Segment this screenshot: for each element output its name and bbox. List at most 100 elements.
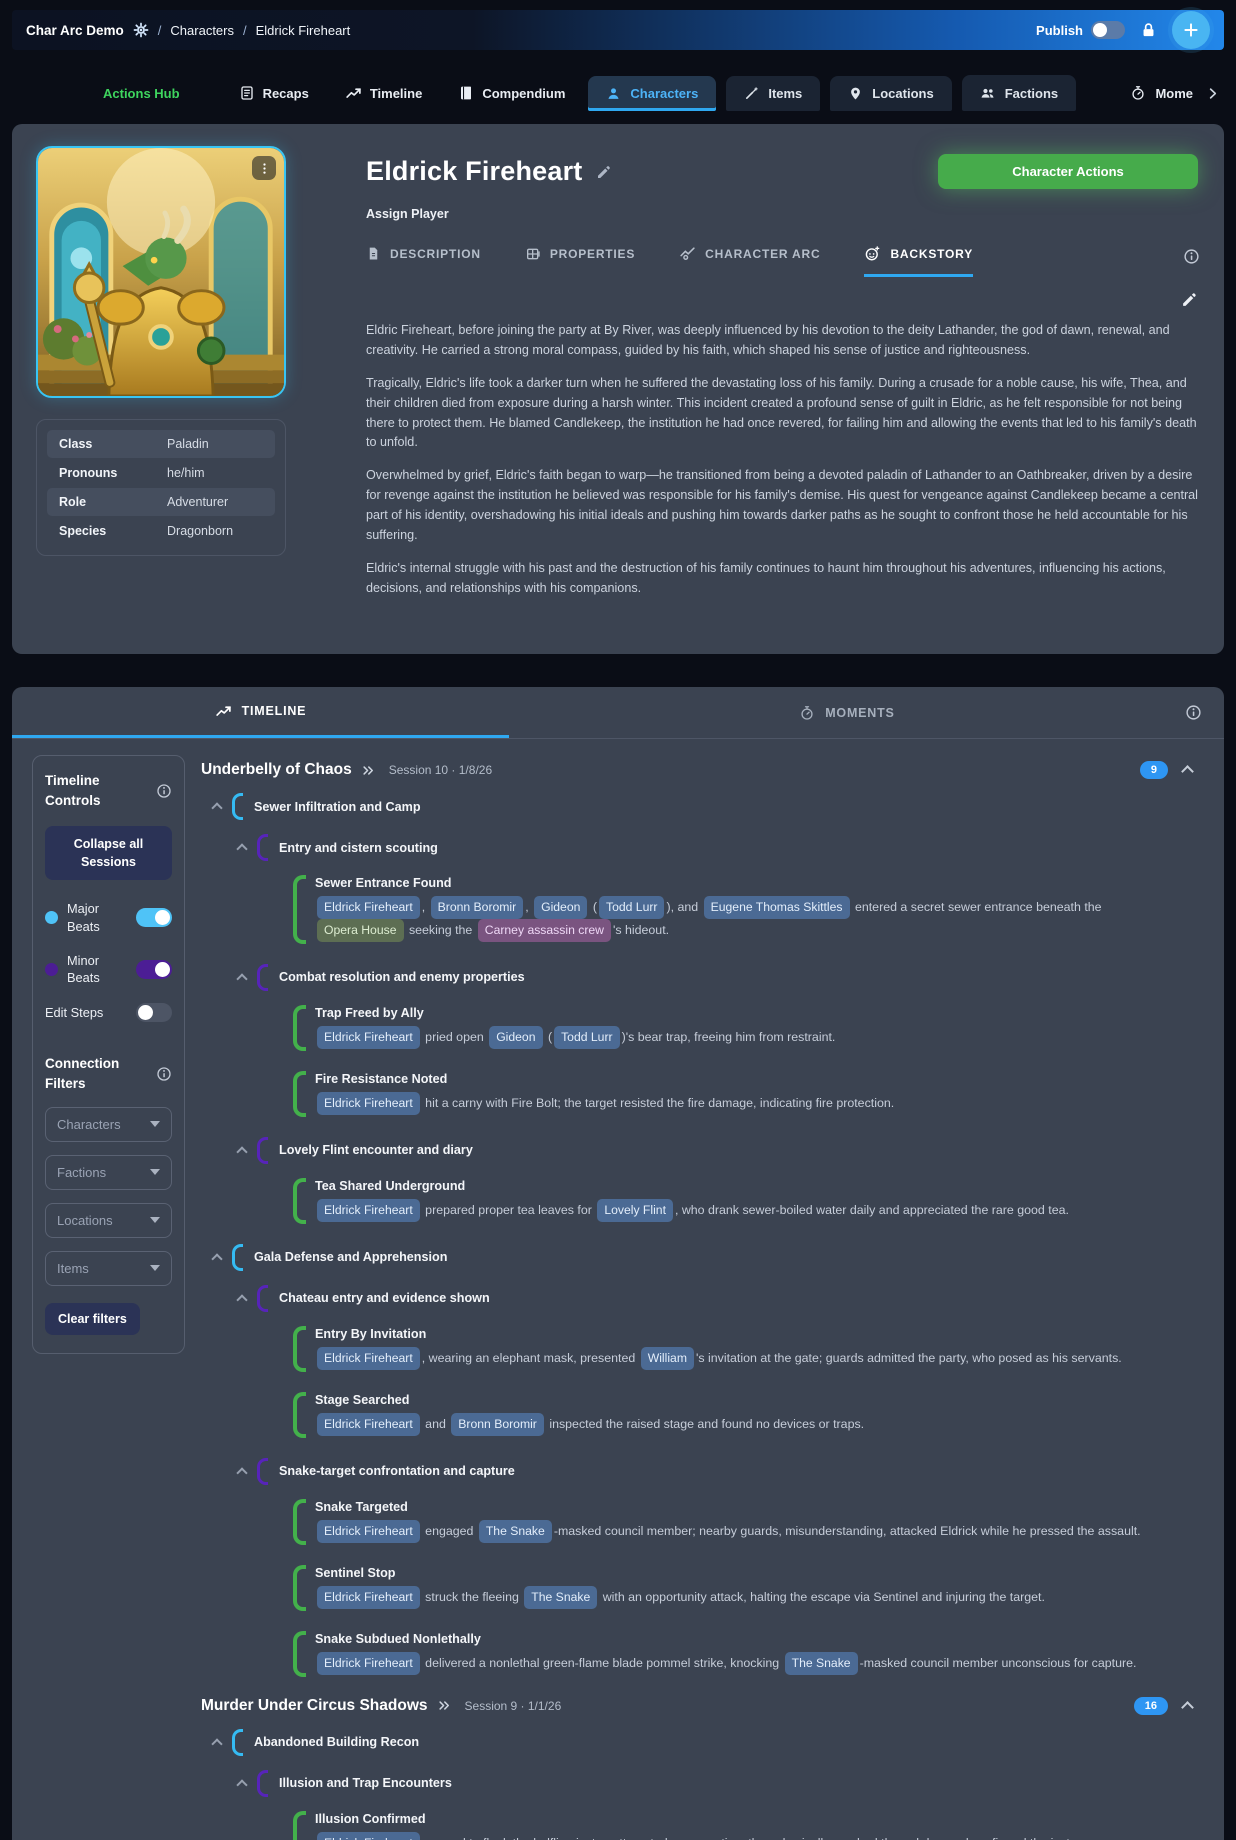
- add-button[interactable]: [1172, 11, 1210, 49]
- nav-items[interactable]: Items: [726, 75, 821, 111]
- collapse-beat-icon[interactable]: [211, 1738, 223, 1750]
- entity-chip-char[interactable]: Eldrick Fireheart: [317, 896, 420, 919]
- beat-title[interactable]: Combat resolution and enemy properties: [279, 970, 525, 984]
- entity-chip-char[interactable]: Gideon: [534, 896, 588, 919]
- entity-chip-loc[interactable]: Opera House: [317, 918, 404, 942]
- nav-compendium[interactable]: Compendium: [443, 85, 580, 101]
- beat-title[interactable]: Snake-target confrontation and capture: [279, 1464, 515, 1478]
- collapse-beat-icon[interactable]: [211, 1253, 223, 1265]
- minor-beats-toggle[interactable]: [136, 959, 172, 979]
- collapse-beat-icon[interactable]: [236, 1467, 248, 1479]
- collapse-all-sessions-button[interactable]: Collapse all Sessions: [45, 826, 172, 881]
- step-bracket: [293, 1564, 306, 1611]
- nav-factions[interactable]: Factions: [961, 75, 1077, 111]
- collapse-beat-icon[interactable]: [236, 843, 248, 855]
- edit-backstory-icon[interactable]: [1181, 291, 1198, 308]
- entity-chip-char[interactable]: The Snake: [784, 1651, 858, 1675]
- publish-control: Publish: [1036, 21, 1125, 39]
- collapse-beat-icon[interactable]: [236, 1146, 248, 1158]
- entity-chip-fac[interactable]: Carney assassin crew: [477, 918, 611, 942]
- edit-steps-toggle[interactable]: [136, 1003, 172, 1023]
- collapse-beat-icon[interactable]: [236, 973, 248, 985]
- entity-chip-char[interactable]: Eldrick Fireheart: [317, 1585, 420, 1609]
- minor-beat: Snake-target confrontation and capture: [236, 1457, 1196, 1485]
- gear-icon[interactable]: [133, 22, 149, 38]
- entity-chip-char[interactable]: Bronn Boromir: [430, 896, 524, 919]
- entity-chip-char[interactable]: Eldrick Fireheart: [317, 1025, 420, 1049]
- beat-title[interactable]: Abandoned Building Recon: [254, 1735, 419, 1749]
- minor-beat: Combat resolution and enemy properties: [236, 963, 1196, 991]
- info-icon[interactable]: [1185, 687, 1224, 738]
- step-text-fragment: inspected the raised stage and found no …: [545, 1416, 865, 1431]
- tab-timeline[interactable]: TIMELINE: [12, 687, 509, 738]
- assign-player-link[interactable]: Assign Player: [366, 207, 1200, 221]
- tab-backstory[interactable]: BACKSTORY: [864, 245, 974, 277]
- nav-timeline[interactable]: Timeline: [330, 85, 438, 102]
- beat-title[interactable]: Gala Defense and Apprehension: [254, 1250, 447, 1264]
- entity-chip-char[interactable]: Eldrick Fireheart: [317, 1651, 420, 1675]
- beat-title[interactable]: Entry and cistern scouting: [279, 841, 438, 855]
- major-beats-toggle[interactable]: [136, 908, 172, 928]
- locations-filter-select[interactable]: Locations: [45, 1202, 172, 1238]
- beat-title[interactable]: Chateau entry and evidence shown: [279, 1291, 490, 1305]
- collapse-session-icon[interactable]: [1181, 1700, 1194, 1714]
- edit-name-icon[interactable]: [596, 164, 612, 180]
- step-bracket: [293, 1630, 306, 1677]
- entity-chip-char[interactable]: Todd Lurr: [598, 896, 665, 919]
- entity-chip-char[interactable]: The Snake: [524, 1585, 598, 1609]
- face-sparkle-icon: [864, 245, 881, 262]
- step-title: Stage Searched: [315, 1392, 410, 1407]
- publish-toggle[interactable]: [1091, 21, 1125, 39]
- beat-title[interactable]: Illusion and Trap Encounters: [279, 1776, 452, 1790]
- items-filter-select[interactable]: Items: [45, 1250, 172, 1286]
- nav-characters[interactable]: Characters: [588, 75, 717, 111]
- entity-chip-char[interactable]: Eldrick Fireheart: [317, 1346, 420, 1370]
- session-title[interactable]: Underbelly of Chaos: [201, 761, 352, 779]
- entity-chip-char[interactable]: Bronn Boromir: [451, 1412, 544, 1436]
- step-title: Snake Subdued Nonlethally: [315, 1631, 481, 1646]
- entity-chip-char[interactable]: Gideon: [489, 1025, 543, 1049]
- entity-chip-char[interactable]: Eldrick Fireheart: [317, 1412, 420, 1436]
- beat-title[interactable]: Lovely Flint encounter and diary: [279, 1143, 473, 1157]
- nav-moments[interactable]: Mome: [1130, 85, 1193, 101]
- entity-chip-char[interactable]: Eldrick Fireheart: [317, 1831, 420, 1840]
- lock-icon[interactable]: [1140, 22, 1157, 39]
- entity-chip-char[interactable]: Eldrick Fireheart: [317, 1091, 420, 1115]
- characters-filter-select[interactable]: Characters: [45, 1106, 172, 1142]
- collapse-beat-icon[interactable]: [236, 1779, 248, 1791]
- entity-chip-char[interactable]: The Snake: [478, 1519, 552, 1543]
- character-actions-button[interactable]: Character Actions: [938, 154, 1198, 189]
- double-chevron-icon[interactable]: [437, 1698, 452, 1713]
- nav-actions-hub[interactable]: Actions Hub: [88, 86, 218, 101]
- nav-overflow-chevron-icon[interactable]: [1205, 86, 1220, 101]
- nav-recaps[interactable]: Recaps: [224, 85, 324, 101]
- character-media-column: Class Paladin Pronouns he/him Role Adventur…: [36, 146, 286, 630]
- info-icon[interactable]: [156, 1054, 172, 1093]
- beat-title[interactable]: Sewer Infiltration and Camp: [254, 800, 421, 814]
- tab-moments[interactable]: MOMENTS: [509, 687, 1185, 738]
- factions-filter-select[interactable]: Factions: [45, 1154, 172, 1190]
- entity-chip-char[interactable]: Todd Lurr: [554, 1025, 620, 1049]
- entity-chip-char[interactable]: Lovely Flint: [597, 1198, 673, 1222]
- info-icon[interactable]: [1183, 248, 1200, 275]
- collapse-session-icon[interactable]: [1181, 765, 1194, 778]
- entity-chip-char[interactable]: Eldrick Fireheart: [317, 1519, 420, 1543]
- stat-value: Dragonborn: [167, 524, 234, 538]
- minor-beat-bracket: [257, 1457, 268, 1485]
- collapse-beat-icon[interactable]: [236, 1294, 248, 1306]
- tab-character-arc[interactable]: CHARACTER ARC: [679, 245, 820, 277]
- entity-chip-char[interactable]: William: [640, 1346, 694, 1370]
- entity-chip-char[interactable]: Eldrick Fireheart: [317, 1198, 420, 1222]
- collapse-beat-icon[interactable]: [211, 802, 223, 814]
- double-chevron-icon[interactable]: [361, 763, 376, 778]
- stat-row-pronouns: Pronouns he/him: [47, 459, 275, 487]
- nav-locations[interactable]: Locations: [830, 75, 952, 111]
- breadcrumb-characters[interactable]: Characters: [170, 23, 234, 38]
- session-title[interactable]: Murder Under Circus Shadows: [201, 1697, 428, 1715]
- entity-chip-char[interactable]: Eugene Thomas Skittles: [703, 896, 850, 919]
- portrait-menu-button[interactable]: [252, 156, 276, 180]
- tab-description[interactable]: DESCRIPTION: [366, 246, 481, 276]
- clear-filters-button[interactable]: Clear filters: [45, 1302, 140, 1335]
- tab-properties[interactable]: PROPERTIES: [525, 246, 635, 277]
- info-icon[interactable]: [156, 771, 172, 810]
